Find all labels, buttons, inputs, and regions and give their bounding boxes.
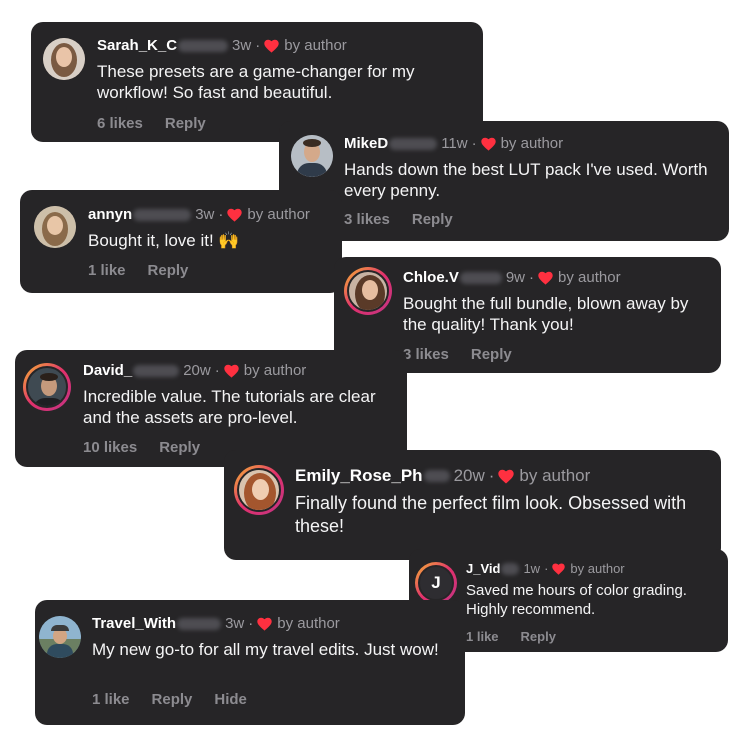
likes-count[interactable]: 10 likes <box>83 439 137 456</box>
separator: · <box>248 615 254 632</box>
username[interactable]: J_Vid <box>466 561 500 576</box>
comment-actions: 6 likes Reply <box>97 115 228 132</box>
comment-actions: 1 like Reply <box>466 629 578 644</box>
separator: · <box>529 269 535 286</box>
username[interactable]: Chloe.V <box>403 269 459 286</box>
reply-button[interactable]: Reply <box>521 629 556 644</box>
timestamp: 3w <box>225 615 245 632</box>
by-author-label: by author <box>570 561 625 576</box>
comment-text: Bought the full bundle, blown away by th… <box>403 294 689 335</box>
avatar[interactable] <box>234 465 284 515</box>
likes-count[interactable]: 1 like <box>466 629 499 644</box>
heart-icon <box>224 364 239 378</box>
separator: · <box>214 362 220 379</box>
redacted-username <box>501 562 520 575</box>
username[interactable]: David_ <box>83 362 132 379</box>
separator: · <box>255 37 261 54</box>
by-author-label: by author <box>243 362 307 379</box>
redacted-username <box>423 470 450 482</box>
comment-meta: J_Vid 1w · by author <box>466 561 625 576</box>
separator: · <box>488 466 495 485</box>
likes-count[interactable]: 3 likes <box>403 346 449 363</box>
reply-button[interactable]: Reply <box>159 439 200 456</box>
avatar[interactable] <box>39 616 81 658</box>
likes-count[interactable]: 6 likes <box>97 115 143 132</box>
likes-count[interactable]: 3 likes <box>344 211 390 228</box>
redacted-username <box>177 617 222 630</box>
comment-text: Hands down the best LUT pack I've used. … <box>344 160 708 201</box>
comment-card: MikeD 11w · by author Hands down the bes… <box>279 121 729 241</box>
heart-icon <box>538 271 553 285</box>
avatar[interactable]: J <box>415 562 457 604</box>
timestamp: 11w <box>441 135 468 152</box>
redacted-username <box>133 364 180 377</box>
comment-text: These presets are a game-changer for my … <box>97 62 415 103</box>
comment-actions: 1 like Reply <box>88 262 210 279</box>
avatar[interactable] <box>291 135 333 177</box>
heart-icon <box>227 208 243 222</box>
avatar-letter: J <box>431 573 441 592</box>
comment-meta: annyn 3w · by author <box>88 206 310 223</box>
comment-text: Bought it, love it! 🙌 <box>88 231 240 250</box>
heart-icon <box>264 39 279 53</box>
likes-count[interactable]: 1 like <box>92 691 130 708</box>
comment-meta: MikeD 11w · by author <box>344 135 563 152</box>
redacted-username <box>459 271 502 284</box>
timestamp: 20w <box>453 466 485 485</box>
redacted-username <box>389 137 438 150</box>
redacted-username <box>178 39 229 52</box>
comment-text: Incredible value. The tutorials are clea… <box>83 387 376 428</box>
comment-meta: David_ 20w · by author <box>83 362 306 379</box>
comment-card: Emily_Rose_Ph 20w · by author Finally fo… <box>224 450 721 560</box>
comment-text: My new go-to for all my travel edits. Ju… <box>92 640 439 659</box>
timestamp: 3w <box>195 206 215 223</box>
username[interactable]: Sarah_K_C <box>97 37 177 54</box>
avatar[interactable] <box>344 267 392 315</box>
comment-meta: Chloe.V 9w · by author <box>403 269 621 286</box>
timestamp: 3w <box>232 37 252 54</box>
by-author-label: by author <box>277 615 340 632</box>
comment-meta: Sarah_K_C 3w · by author <box>97 37 347 54</box>
comment-actions: 3 likes Reply <box>344 211 475 228</box>
comment-card: annyn 3w · by author Bought it, love it!… <box>20 190 342 293</box>
reply-button[interactable]: Reply <box>152 691 193 708</box>
timestamp: 1w <box>523 561 541 576</box>
username[interactable]: annyn <box>88 206 132 223</box>
comment-actions: 3 likes Reply <box>403 346 534 363</box>
by-author-label: by author <box>284 37 347 54</box>
separator: · <box>218 206 224 223</box>
comment-text: Finally found the perfect film look. Obs… <box>295 493 687 536</box>
avatar[interactable] <box>43 38 85 80</box>
username[interactable]: MikeD <box>344 135 388 152</box>
heart-icon <box>498 469 515 483</box>
hide-button[interactable]: Hide <box>214 691 247 708</box>
username[interactable]: Travel_With <box>92 615 176 632</box>
comment-actions: 10 likes Reply <box>83 439 222 456</box>
comment-card: Travel_With 3w · by author My new go-to … <box>35 600 465 725</box>
by-author-label: by author <box>247 206 310 223</box>
by-author-label: by author <box>558 269 621 286</box>
reply-button[interactable]: Reply <box>412 211 453 228</box>
avatar[interactable] <box>23 363 71 411</box>
heart-icon <box>257 617 272 631</box>
comment-meta: Travel_With 3w · by author <box>92 615 340 632</box>
username[interactable]: Emily_Rose_Ph <box>295 466 423 486</box>
reply-button[interactable]: Reply <box>148 262 189 279</box>
likes-count[interactable]: 1 like <box>88 262 126 279</box>
timestamp: 9w <box>505 269 526 286</box>
comment-text: Saved me hours of color grading. Highly … <box>466 582 687 618</box>
by-author-label: by author <box>519 466 591 485</box>
heart-icon <box>552 563 566 575</box>
redacted-username <box>133 208 192 221</box>
heart-icon <box>480 137 496 151</box>
timestamp: 20w <box>183 362 211 379</box>
separator: · <box>471 135 477 152</box>
comment-actions: 1 like Reply Hide <box>92 691 269 708</box>
separator: · <box>544 561 549 576</box>
by-author-label: by author <box>500 135 564 152</box>
comment-meta: Emily_Rose_Ph 20w · by author <box>295 466 590 486</box>
reply-button[interactable]: Reply <box>165 115 206 132</box>
reply-button[interactable]: Reply <box>471 346 512 363</box>
avatar[interactable] <box>34 206 76 248</box>
